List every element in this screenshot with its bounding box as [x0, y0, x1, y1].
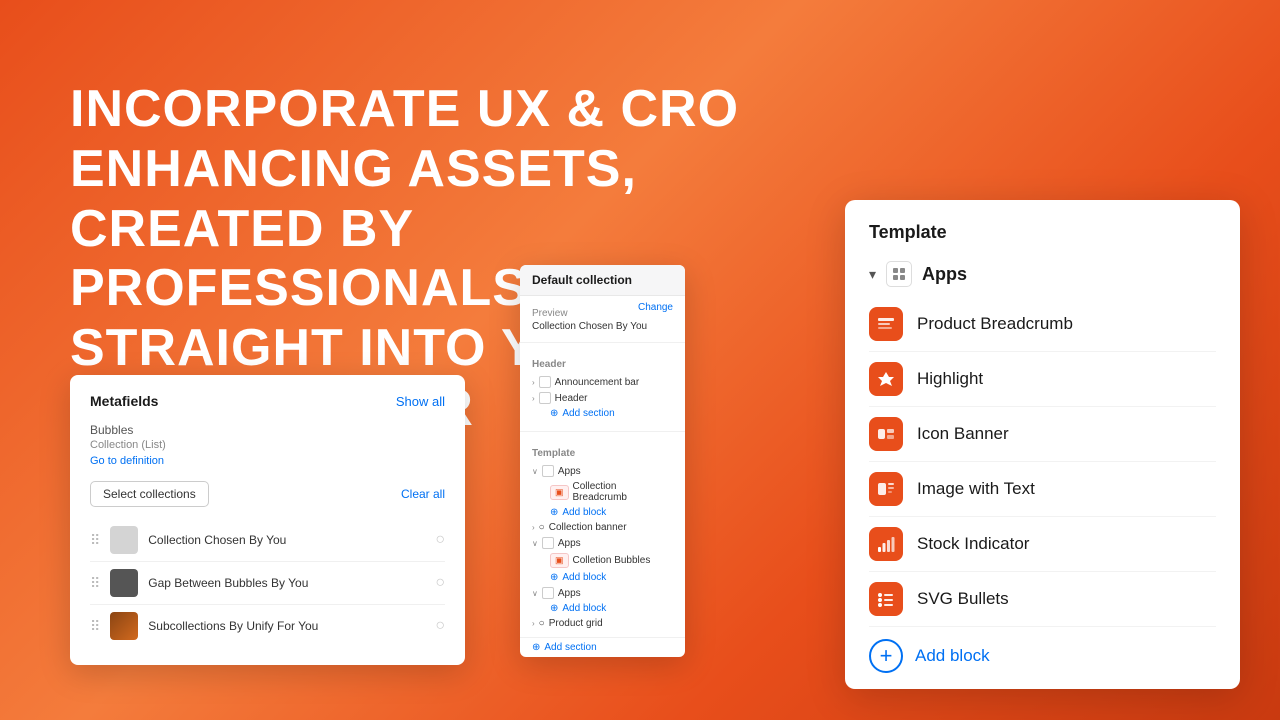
- caret-icon: ›: [532, 378, 535, 387]
- header-item[interactable]: › Header: [532, 390, 673, 406]
- template-item-label: SVG Bullets: [917, 589, 1009, 609]
- template-item-image-with-text[interactable]: Image with Text: [869, 462, 1216, 517]
- breadcrumb-chip: ▣: [550, 485, 569, 500]
- change-link[interactable]: Change: [638, 302, 673, 321]
- show-all-link[interactable]: Show all: [396, 394, 445, 409]
- item-thumb: [110, 569, 138, 597]
- collection-breadcrumb-item: ▣ Collection Breadcrumb: [532, 479, 673, 505]
- item-label: Collection Chosen By You: [148, 533, 425, 547]
- template-item-svg-bullets[interactable]: SVG Bullets: [869, 572, 1216, 627]
- apps-icon: [542, 537, 554, 549]
- template-item-icon: [869, 472, 903, 506]
- drag-handle-icon: ⠿: [90, 532, 100, 549]
- template-section: Template ∨ Apps ▣ Collection Breadcrumb …: [520, 436, 685, 637]
- metafields-action-row: Select collections Clear all: [90, 481, 445, 507]
- template-card: Template ▾ Apps Product Breadcrumb: [845, 200, 1240, 689]
- template-item-label: Icon Banner: [917, 424, 1009, 444]
- plus-icon: ⊕: [550, 507, 558, 518]
- template-item-icon: [869, 307, 903, 341]
- apps-caret-icon: ▾: [869, 266, 876, 283]
- metafields-card: Metafields Show all Bubbles Collection (…: [70, 375, 465, 665]
- clear-all-link[interactable]: Clear all: [401, 487, 445, 501]
- bubbles-chip: ▣: [550, 553, 569, 568]
- add-block-circle-icon: +: [869, 639, 903, 673]
- select-collections-button[interactable]: Select collections: [90, 481, 209, 507]
- editor-card: Default collection Preview Change Collec…: [520, 265, 685, 657]
- plus-icon: ⊕: [532, 642, 540, 653]
- template-item-icon: [869, 362, 903, 396]
- template-item-stock-indicator[interactable]: Stock Indicator: [869, 517, 1216, 572]
- caret-icon: ∨: [532, 467, 538, 476]
- header-section: Header › Announcement bar › Header ⊕ Add…: [520, 347, 685, 427]
- apps-1-item[interactable]: ∨ Apps: [532, 463, 673, 479]
- header-section-title: Header: [532, 359, 673, 370]
- plus-icon: ⊕: [550, 603, 558, 614]
- add-block-3-button[interactable]: ⊕ Add block: [532, 601, 673, 616]
- template-item-icon: [869, 582, 903, 616]
- template-item-highlight[interactable]: Highlight: [869, 352, 1216, 407]
- circle-icon: ○: [539, 522, 545, 533]
- template-section-title: Template: [532, 448, 673, 459]
- apps-icon: [542, 587, 554, 599]
- preview-label: Preview: [532, 308, 568, 319]
- go-to-definition-link[interactable]: Go to definition: [90, 455, 445, 467]
- metafields-header: Metafields Show all: [90, 393, 445, 409]
- item-label: Gap Between Bubbles By You: [148, 576, 425, 590]
- caret-icon: ∨: [532, 589, 538, 598]
- item-label: Subcollections By Unify For You: [148, 619, 425, 633]
- add-block-row[interactable]: + Add block: [869, 627, 1216, 673]
- section-icon: [539, 376, 551, 388]
- preview-section: Preview Change Collection Chosen By You: [520, 296, 685, 338]
- plus-icon: ⊕: [550, 408, 558, 419]
- add-section-bottom-button[interactable]: ⊕ Add section: [520, 637, 685, 657]
- collection-banner-item[interactable]: › ○ Collection banner: [532, 520, 673, 535]
- item-thumb: [110, 526, 138, 554]
- caret-icon: ›: [532, 619, 535, 628]
- template-item-label: Image with Text: [917, 479, 1035, 499]
- preview-row: Preview Change: [532, 302, 673, 321]
- item-menu-icon[interactable]: ○: [435, 617, 445, 635]
- collection-bubbles-item: ▣ Colletion Bubbles: [532, 551, 673, 570]
- product-grid-item[interactable]: › ○ Product grid: [532, 616, 673, 631]
- template-item-label: Product Breadcrumb: [917, 314, 1073, 334]
- metafield-item: ⠿ Subcollections By Unify For You ○: [90, 605, 445, 647]
- template-item-product-breadcrumb[interactable]: Product Breadcrumb: [869, 297, 1216, 352]
- apps-2-item[interactable]: ∨ Apps: [532, 535, 673, 551]
- plus-icon: ⊕: [550, 572, 558, 583]
- metafield-item: ⠿ Gap Between Bubbles By You ○: [90, 562, 445, 605]
- drag-handle-icon: ⠿: [90, 618, 100, 635]
- apps-label: Apps: [922, 264, 967, 285]
- add-block-1-button[interactable]: ⊕ Add block: [532, 505, 673, 520]
- caret-icon: ∨: [532, 539, 538, 548]
- item-menu-icon[interactable]: ○: [435, 574, 445, 592]
- apps-row: ▾ Apps: [869, 261, 1216, 287]
- add-section-button[interactable]: ⊕ Add section: [532, 406, 673, 421]
- item-thumb: [110, 612, 138, 640]
- template-item-icon: [869, 527, 903, 561]
- template-item-label: Stock Indicator: [917, 534, 1029, 554]
- metafields-title: Metafields: [90, 393, 158, 409]
- add-block-2-button[interactable]: ⊕ Add block: [532, 570, 673, 585]
- metafields-type: Collection (List): [90, 439, 445, 451]
- announcement-bar-item[interactable]: › Announcement bar: [532, 374, 673, 390]
- caret-icon: ›: [532, 523, 535, 532]
- preview-value: Collection Chosen By You: [532, 321, 673, 332]
- template-item-label: Highlight: [917, 369, 983, 389]
- template-item-icon: [869, 417, 903, 451]
- metafield-item: ⠿ Collection Chosen By You ○: [90, 519, 445, 562]
- metafields-subtitle: Bubbles: [90, 423, 445, 437]
- editor-card-header: Default collection: [520, 265, 685, 296]
- template-card-title: Template: [869, 222, 1216, 243]
- section-icon: [539, 392, 551, 404]
- item-menu-icon[interactable]: ○: [435, 531, 445, 549]
- caret-icon: ›: [532, 394, 535, 403]
- drag-handle-icon: ⠿: [90, 575, 100, 592]
- apps-3-item[interactable]: ∨ Apps: [532, 585, 673, 601]
- circle-icon: ○: [539, 618, 545, 629]
- template-item-icon-banner[interactable]: Icon Banner: [869, 407, 1216, 462]
- apps-grid-icon: [886, 261, 912, 287]
- add-block-label: Add block: [915, 646, 990, 666]
- apps-icon: [542, 465, 554, 477]
